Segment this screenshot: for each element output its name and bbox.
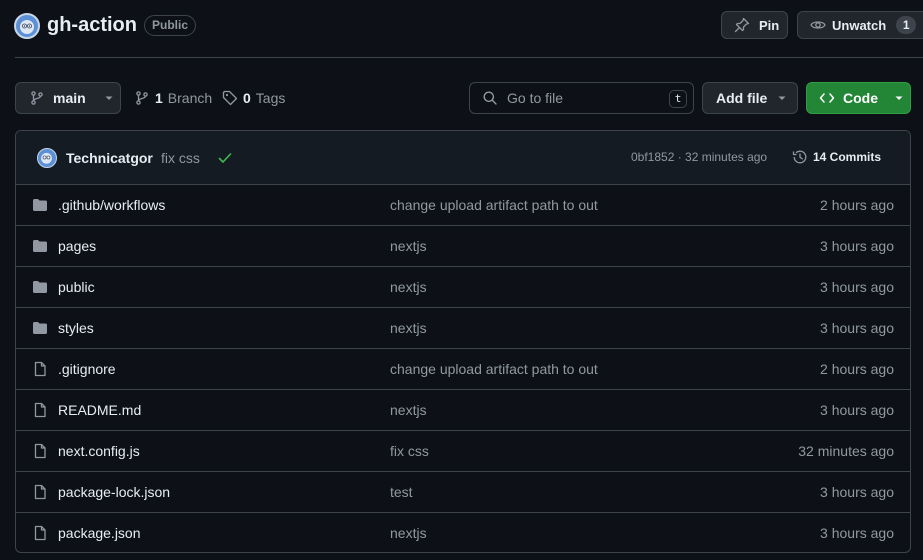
commits-count-label: 14 Commits xyxy=(813,150,882,164)
tags-link[interactable]: 0 Tags xyxy=(222,90,285,106)
eye-icon xyxy=(810,17,826,33)
file-commit-time: 2 hours ago xyxy=(820,361,894,377)
file-row[interactable]: .gitignore change upload artifact path to… xyxy=(16,349,910,390)
file-icon xyxy=(32,484,48,500)
git-branch-icon xyxy=(29,90,45,106)
file-row[interactable]: next.config.js fix css 32 minutes ago xyxy=(16,431,910,472)
folder-icon xyxy=(32,279,48,295)
repo-name[interactable]: gh-action xyxy=(47,14,137,37)
file-name-link[interactable]: next.config.js xyxy=(58,443,140,459)
file-icon xyxy=(32,443,48,459)
add-file-label: Add file xyxy=(716,90,768,106)
tag-label: Tags xyxy=(255,90,286,106)
file-icon xyxy=(32,402,48,418)
search-icon xyxy=(482,90,498,106)
branch-label: Branch xyxy=(167,90,213,106)
pin-label: Pin xyxy=(759,17,780,33)
file-commit-time: 3 hours ago xyxy=(820,484,894,500)
unwatch-label: Unwatch xyxy=(832,17,887,33)
code-label: Code xyxy=(843,90,878,106)
file-commit-time: 3 hours ago xyxy=(820,402,894,418)
tag-count: 0 xyxy=(243,90,251,106)
commits-history-link[interactable]: 14 Commits xyxy=(792,149,881,165)
branch-name: main xyxy=(53,90,86,106)
commit-meta[interactable]: 0bf1852 · 32 minutes ago xyxy=(631,150,767,164)
file-row[interactable]: package-lock.json test 3 hours ago xyxy=(16,472,910,513)
file-name-link[interactable]: .gitignore xyxy=(58,361,116,377)
code-icon xyxy=(819,90,835,106)
file-commit-time: 3 hours ago xyxy=(820,320,894,336)
folder-icon xyxy=(32,197,48,213)
latest-commit-bar: Technicatgor fix css 0bf1852 · 32 minute… xyxy=(16,131,910,185)
file-commit-message-link[interactable]: nextjs xyxy=(390,320,427,336)
commit-message-link[interactable]: fix css xyxy=(161,150,200,166)
header-divider xyxy=(15,57,923,58)
add-file-button[interactable]: Add file xyxy=(702,82,798,114)
file-commit-time: 3 hours ago xyxy=(820,279,894,295)
git-branch-icon xyxy=(134,90,150,106)
file-table: Technicatgor fix css 0bf1852 · 32 minute… xyxy=(15,130,911,553)
folder-icon xyxy=(32,320,48,336)
file-icon xyxy=(32,361,48,377)
file-name-link[interactable]: package.json xyxy=(58,525,141,541)
file-commit-message-link[interactable]: nextjs xyxy=(390,525,427,541)
file-row[interactable]: .github/workflows change upload artifact … xyxy=(16,185,910,226)
file-commit-time: 2 hours ago xyxy=(820,197,894,213)
visibility-badge: Public xyxy=(144,15,197,36)
unwatch-button[interactable]: Unwatch 1 xyxy=(797,11,923,39)
pin-button[interactable]: Pin xyxy=(721,11,788,39)
pin-icon xyxy=(734,17,750,33)
branches-link[interactable]: 1 Branch xyxy=(134,90,212,106)
watch-counter: 1 xyxy=(896,16,917,34)
file-name-link[interactable]: package-lock.json xyxy=(58,484,170,500)
file-commit-message-link[interactable]: change upload artifact path to out xyxy=(390,197,598,213)
folder-icon xyxy=(32,238,48,254)
file-row[interactable]: public nextjs 3 hours ago xyxy=(16,267,910,308)
file-commit-message-link[interactable]: fix css xyxy=(390,443,429,459)
branch-count: 1 xyxy=(155,90,163,106)
check-icon[interactable] xyxy=(217,150,233,166)
chevron-down-icon xyxy=(777,93,787,103)
code-button[interactable]: Code xyxy=(806,82,911,114)
avatar[interactable] xyxy=(37,148,57,168)
file-row[interactable]: styles nextjs 3 hours ago xyxy=(16,308,910,349)
file-name-link[interactable]: public xyxy=(58,279,95,295)
file-row[interactable]: package.json nextjs 3 hours ago xyxy=(16,513,910,552)
file-commit-message-link[interactable]: nextjs xyxy=(390,402,427,418)
file-name-link[interactable]: pages xyxy=(58,238,96,254)
file-row[interactable]: README.md nextjs 3 hours ago xyxy=(16,390,910,431)
commit-author-link[interactable]: Technicatgor xyxy=(66,150,153,166)
go-to-file-input[interactable] xyxy=(507,90,657,106)
keyboard-shortcut-hint: t xyxy=(669,90,687,108)
file-commit-time: 32 minutes ago xyxy=(798,443,894,459)
file-commit-time: 3 hours ago xyxy=(820,238,894,254)
tag-icon xyxy=(222,90,238,106)
file-commit-message-link[interactable]: nextjs xyxy=(390,279,427,295)
file-commit-message-link[interactable]: nextjs xyxy=(390,238,427,254)
file-commit-time: 3 hours ago xyxy=(820,525,894,541)
file-icon xyxy=(32,525,48,541)
file-commit-message-link[interactable]: change upload artifact path to out xyxy=(390,361,598,377)
file-name-link[interactable]: styles xyxy=(58,320,94,336)
history-icon xyxy=(792,149,808,165)
branch-selector[interactable]: main xyxy=(15,82,121,114)
file-commit-message-link[interactable]: test xyxy=(390,484,413,500)
chevron-down-icon xyxy=(104,93,114,103)
file-row[interactable]: pages nextjs 3 hours ago xyxy=(16,226,910,267)
repo-avatar[interactable] xyxy=(14,13,40,39)
file-name-link[interactable]: .github/workflows xyxy=(58,197,165,213)
go-to-file-search[interactable]: t xyxy=(469,82,694,114)
chevron-down-icon xyxy=(894,93,904,103)
file-name-link[interactable]: README.md xyxy=(58,402,141,418)
